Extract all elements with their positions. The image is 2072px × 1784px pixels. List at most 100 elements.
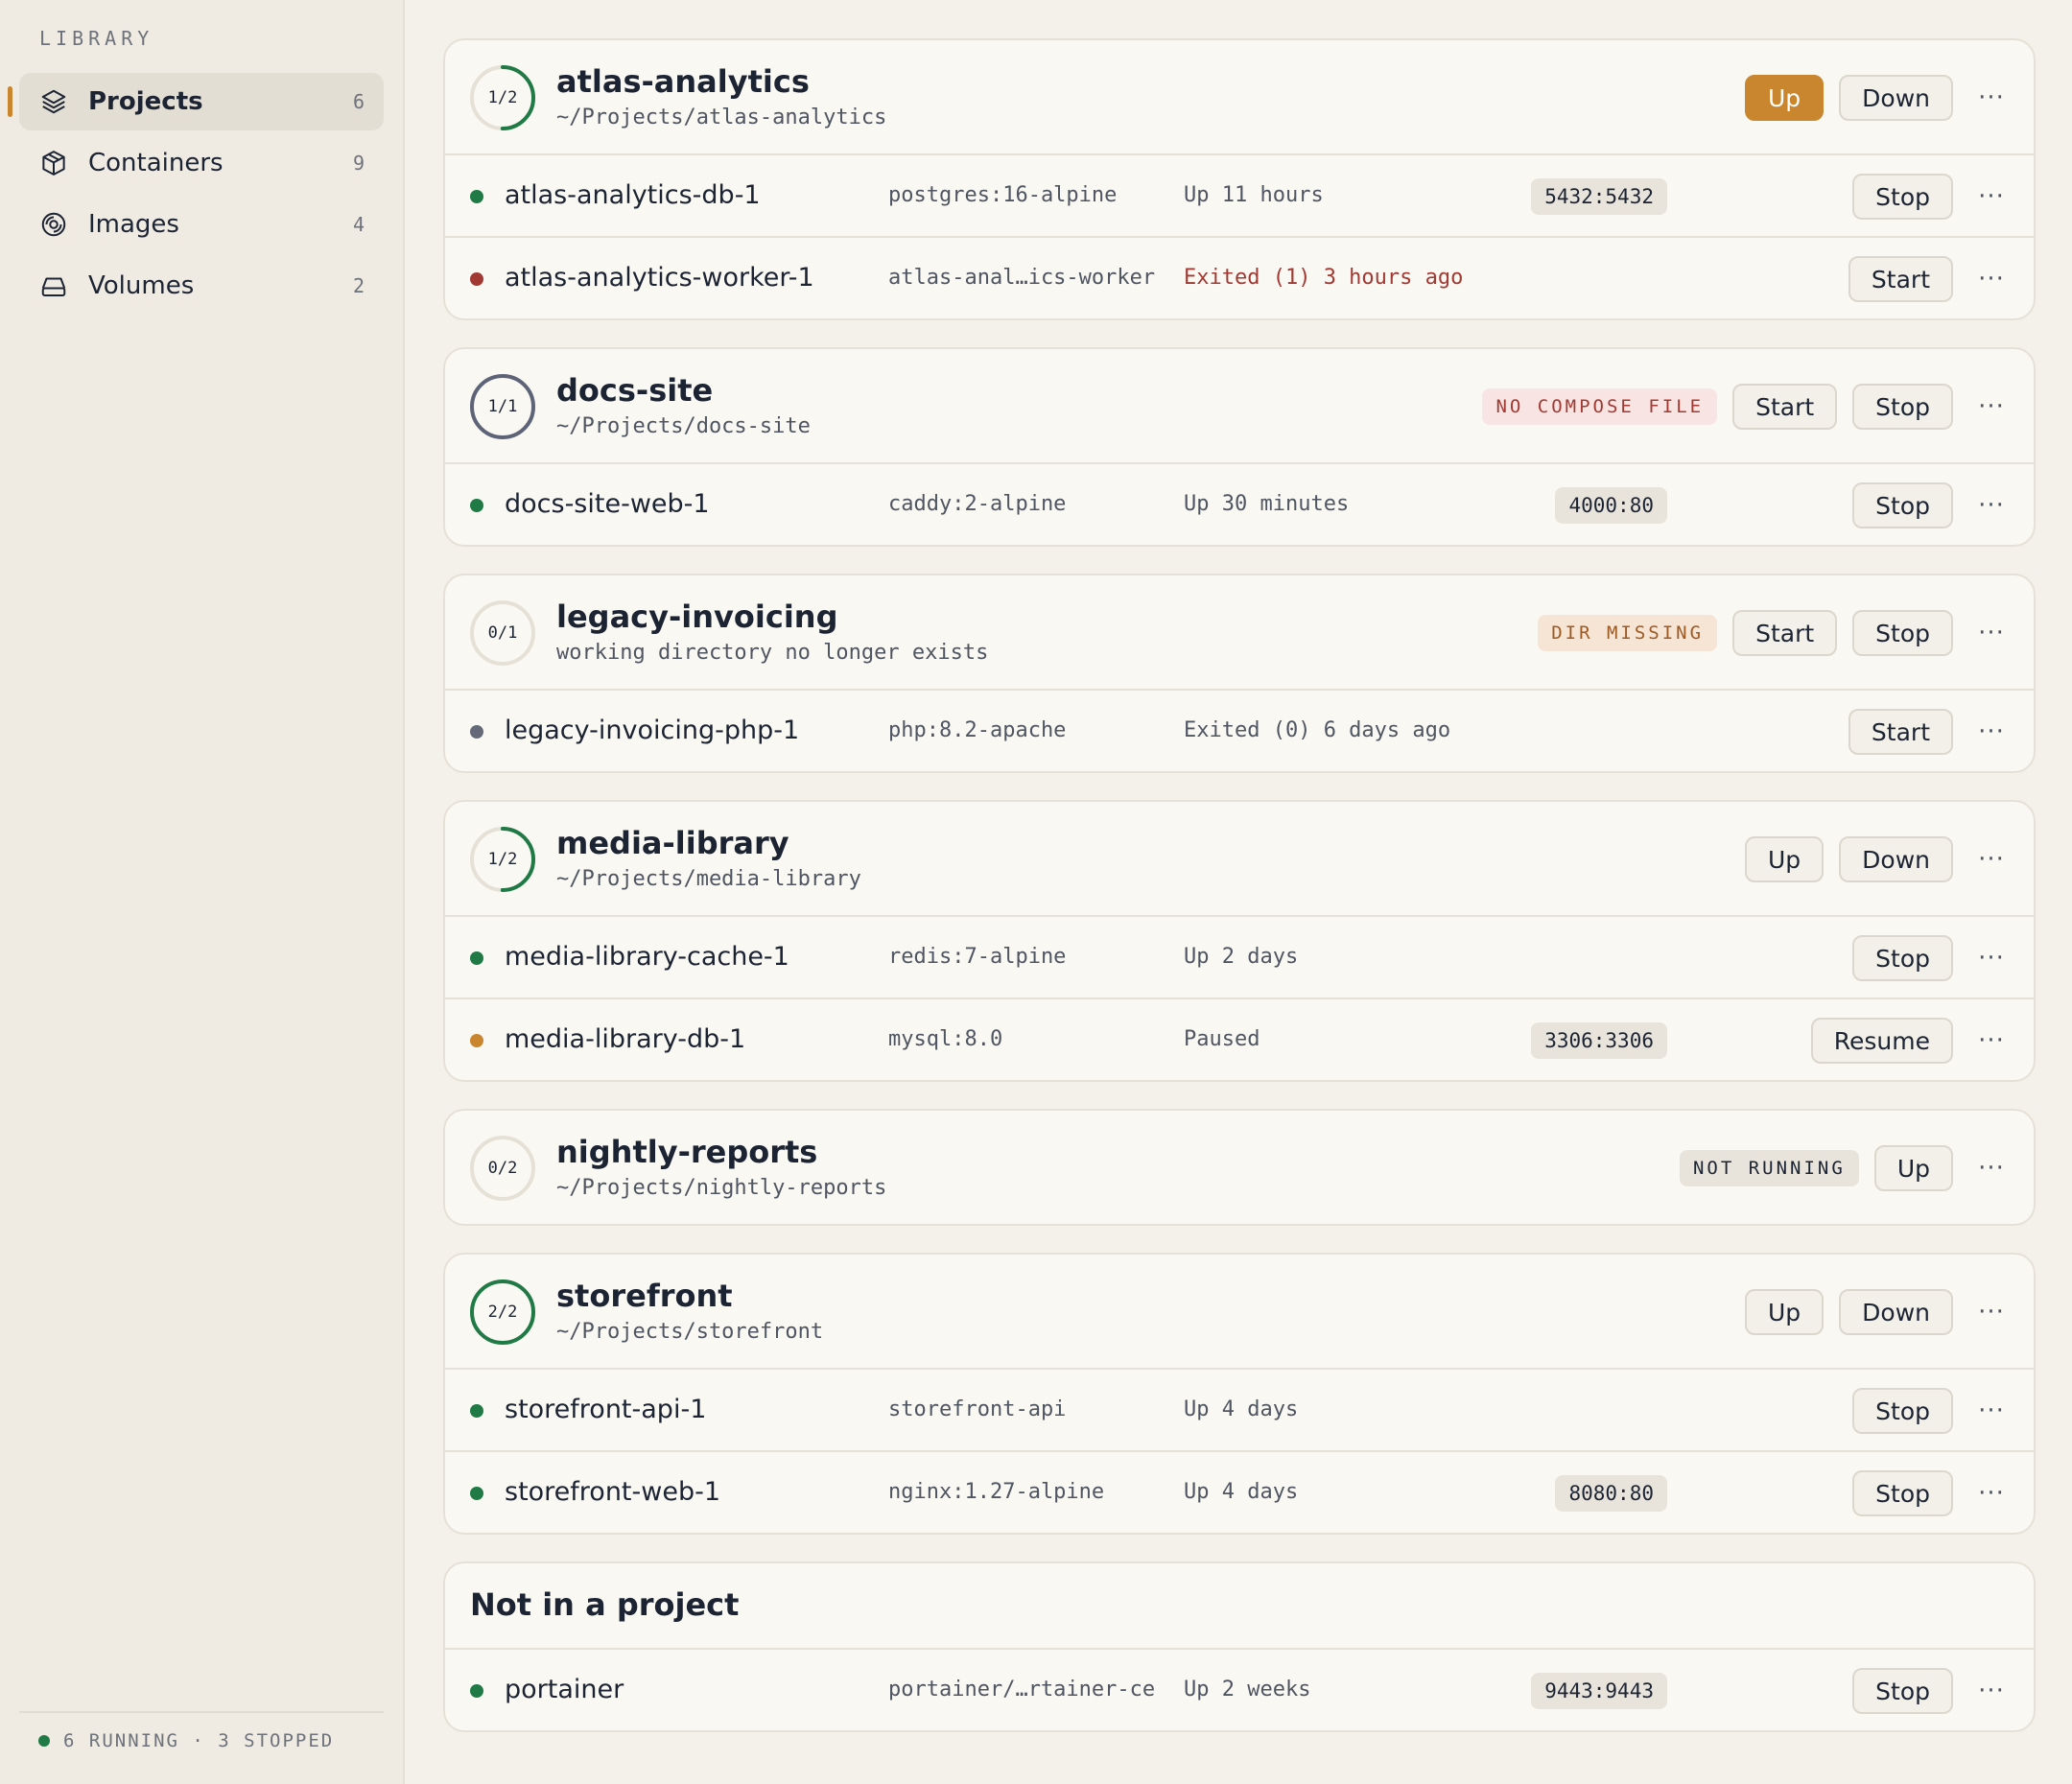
port-mapping[interactable]: 8080:80	[1555, 1475, 1667, 1512]
sidebar-item-label: Containers	[88, 149, 224, 177]
project-path: ~/Projects/atlas-analytics	[556, 106, 887, 129]
more-options-icon[interactable]: ···	[1972, 79, 2011, 117]
port-mapping[interactable]: 5432:5432	[1531, 178, 1667, 215]
port-mapping[interactable]: 4000:80	[1555, 487, 1667, 524]
running-ratio-ring: 0/1	[468, 599, 537, 668]
container-name[interactable]: storefront-web-1	[505, 1477, 720, 1507]
stop-button[interactable]: Stop	[1852, 935, 1953, 981]
start-button[interactable]: Start	[1848, 256, 1953, 302]
container-actions: Stop ···	[1837, 1388, 2011, 1434]
up-button[interactable]: Up	[1873, 1145, 1953, 1191]
disc-icon	[38, 209, 69, 240]
start-button[interactable]: Start	[1732, 610, 1838, 656]
stop-button[interactable]: Stop	[1852, 174, 1953, 220]
sidebar-item-images[interactable]: Images 4	[19, 196, 384, 253]
container-actions: Stop ···	[1837, 1668, 2011, 1714]
stop-button[interactable]: Stop	[1852, 1668, 1953, 1714]
more-options-icon[interactable]: ···	[1972, 1149, 2011, 1187]
running-ratio-ring: 1/2	[468, 63, 537, 132]
start-button[interactable]: Start	[1732, 384, 1838, 430]
stop-button[interactable]: Stop	[1852, 610, 1953, 656]
project-actions: DIR MISSING Start Stop ···	[1538, 610, 2011, 656]
stop-button[interactable]: Stop	[1852, 384, 1953, 430]
error-status-dot	[470, 272, 483, 286]
project-card: 2/2 storefront ~/Projects/storefront Up …	[443, 1253, 2036, 1535]
stop-button[interactable]: Stop	[1852, 1388, 1953, 1434]
container-status: Up 4 days	[1184, 1480, 1299, 1504]
stop-button[interactable]: Stop	[1852, 1470, 1953, 1516]
more-options-icon[interactable]: ···	[1972, 713, 2011, 751]
more-options-icon[interactable]: ···	[1972, 939, 2011, 977]
more-options-icon[interactable]: ···	[1972, 840, 2011, 879]
down-button[interactable]: Down	[1839, 75, 1953, 121]
container-name[interactable]: media-library-db-1	[505, 1024, 745, 1054]
container-status: Paused	[1184, 1027, 1260, 1051]
sidebar-heading: LIBRARY	[39, 27, 154, 50]
more-options-icon[interactable]: ···	[1972, 1474, 2011, 1513]
down-button[interactable]: Down	[1839, 1289, 1953, 1335]
up-button[interactable]: Up	[1744, 1289, 1825, 1335]
container-row: storefront-api-1 storefront-api Up 4 day…	[445, 1370, 2034, 1452]
running-status-dot	[470, 1487, 483, 1500]
running-status-dot	[470, 499, 483, 512]
stop-button[interactable]: Stop	[1852, 482, 1953, 528]
running-ratio-ring: 1/2	[468, 825, 537, 894]
running-ratio: 0/1	[487, 623, 518, 643]
sidebar-item-label: Images	[88, 210, 179, 239]
sidebar-item-label: Projects	[88, 87, 203, 116]
container-status: Up 2 weeks	[1184, 1678, 1311, 1702]
container-name[interactable]: storefront-api-1	[505, 1395, 706, 1424]
running-status-dot	[470, 951, 483, 965]
container-image: php:8.2-apache	[888, 718, 1067, 742]
container-actions: Stop ···	[1837, 482, 2011, 528]
container-status: Up 4 days	[1184, 1397, 1299, 1421]
port-mapping[interactable]: 9443:9443	[1531, 1673, 1667, 1709]
container-name[interactable]: portainer	[505, 1675, 624, 1704]
status-summary: 6 RUNNING · 3 STOPPED	[19, 1711, 384, 1769]
project-path: working directory no longer exists	[556, 641, 989, 665]
running-ratio: 2/2	[487, 1303, 518, 1322]
container-name[interactable]: atlas-analytics-worker-1	[505, 263, 814, 293]
more-options-icon[interactable]: ···	[1972, 486, 2011, 525]
up-button[interactable]: Up	[1744, 75, 1825, 121]
sidebar: LIBRARY Projects 6 Containers 9 Images 4	[0, 0, 405, 1784]
project-name: storefront	[556, 1278, 733, 1314]
resume-button[interactable]: Resume	[1810, 1018, 1953, 1064]
more-options-icon[interactable]: ···	[1972, 1672, 2011, 1710]
more-options-icon[interactable]: ···	[1972, 614, 2011, 652]
container-name[interactable]: legacy-invoicing-php-1	[505, 716, 799, 745]
container-actions: Start ···	[1833, 256, 2011, 302]
more-options-icon[interactable]: ···	[1972, 1392, 2011, 1430]
running-ratio-ring: 2/2	[468, 1278, 537, 1347]
sidebar-item-projects[interactable]: Projects 6	[8, 73, 384, 130]
project-actions: NOT RUNNING Up ···	[1679, 1145, 2011, 1191]
container-status: Exited (1) 3 hours ago	[1184, 266, 1464, 290]
running-status-dot	[470, 190, 483, 203]
more-options-icon[interactable]: ···	[1972, 177, 2011, 216]
stopped-status-dot	[470, 725, 483, 739]
start-button[interactable]: Start	[1848, 709, 1953, 755]
container-name[interactable]: media-library-cache-1	[505, 942, 789, 972]
sidebar-item-volumes[interactable]: Volumes 2	[19, 257, 384, 315]
more-options-icon[interactable]: ···	[1972, 387, 2011, 426]
project-card: 0/1 legacy-invoicing working directory n…	[443, 574, 2036, 773]
port-mapping[interactable]: 3306:3306	[1531, 1022, 1667, 1059]
layers-icon	[38, 86, 69, 117]
project-header: 0/2 nightly-reports ~/Projects/nightly-r…	[445, 1111, 2034, 1224]
down-button[interactable]: Down	[1839, 836, 1953, 882]
container-actions: Stop ···	[1837, 1470, 2011, 1516]
project-path: ~/Projects/media-library	[556, 867, 861, 891]
sidebar-item-containers[interactable]: Containers 9	[19, 134, 384, 192]
running-ratio: 1/2	[487, 850, 518, 869]
container-actions: Stop ···	[1837, 174, 2011, 220]
section-header: Not in a project	[445, 1563, 2034, 1650]
sidebar-item-count: 9	[352, 152, 365, 175]
project-card: 1/2 media-library ~/Projects/media-libra…	[443, 800, 2036, 1082]
more-options-icon[interactable]: ···	[1972, 1293, 2011, 1331]
container-name[interactable]: atlas-analytics-db-1	[505, 180, 761, 210]
more-options-icon[interactable]: ···	[1972, 260, 2011, 298]
up-button[interactable]: Up	[1744, 836, 1825, 882]
container-row: atlas-analytics-worker-1 atlas-anal…ics-…	[445, 238, 2034, 318]
container-name[interactable]: docs-site-web-1	[505, 489, 710, 519]
more-options-icon[interactable]: ···	[1972, 1021, 2011, 1060]
